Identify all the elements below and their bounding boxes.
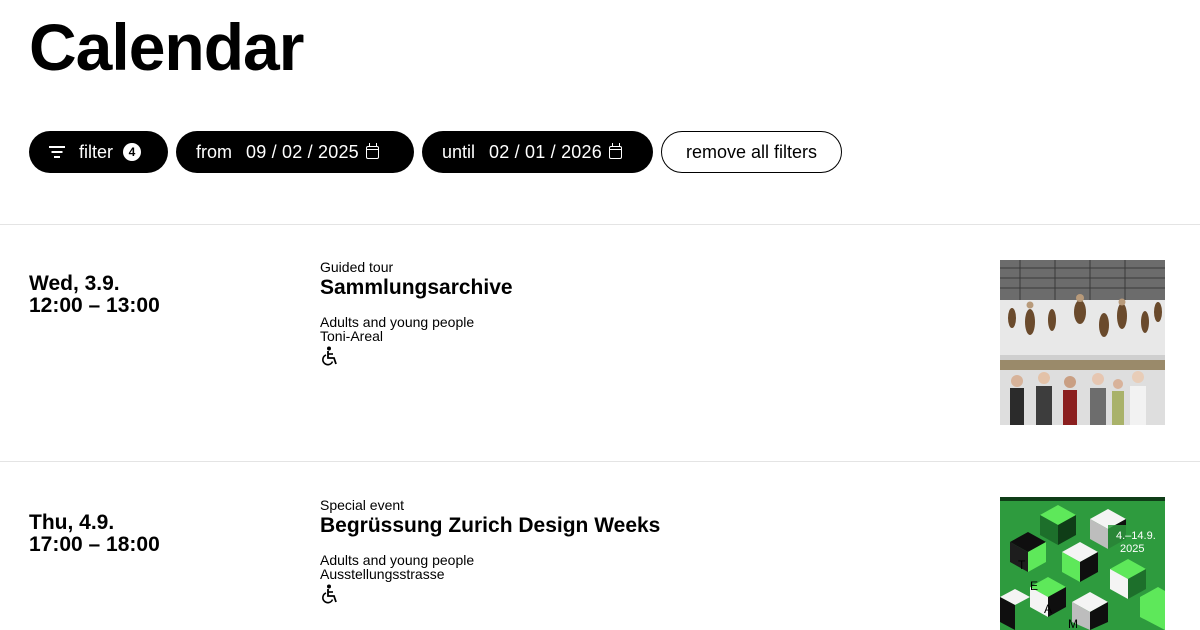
wheelchair-icon bbox=[322, 346, 337, 366]
remove-all-filters-button[interactable]: remove all filters bbox=[661, 131, 842, 173]
event-image[interactable] bbox=[1000, 260, 1165, 425]
event-time: 12:00 – 13:00 bbox=[29, 294, 160, 317]
event-time: 17:00 – 18:00 bbox=[29, 533, 160, 556]
event-item[interactable]: Thu, 4.9. 17:00 – 18:00 Special event Be… bbox=[0, 462, 1200, 630]
from-date-field[interactable]: from 09 / 02 / 2025 bbox=[176, 131, 414, 173]
poster-letter: E bbox=[1030, 579, 1038, 593]
poster-letter: M bbox=[1068, 617, 1078, 630]
event-category: Guided tour bbox=[320, 259, 394, 275]
event-audience: Adults and young people bbox=[320, 552, 475, 568]
page-title: Calendar bbox=[29, 10, 304, 84]
poster-dates: 4.–14.9. bbox=[1116, 530, 1156, 542]
filter-button[interactable]: filter 4 bbox=[29, 131, 168, 173]
calendar-icon[interactable] bbox=[608, 142, 622, 159]
event-item[interactable]: Wed, 3.9. 12:00 – 13:00 Guided tour Samm… bbox=[0, 225, 1200, 461]
event-poster-image[interactable]: 4.–14.9. 2025 T E A M bbox=[1000, 497, 1165, 630]
calendar-icon[interactable] bbox=[365, 142, 379, 159]
until-date-value[interactable]: 02 / 01 / 2026 bbox=[489, 142, 602, 163]
filter-count-badge: 4 bbox=[123, 143, 142, 161]
until-label: until bbox=[442, 141, 476, 162]
event-day: Wed, 3.9. bbox=[29, 272, 120, 295]
from-label: from bbox=[196, 141, 232, 162]
event-date: Thu, 4.9. 17:00 – 18:00 bbox=[29, 512, 160, 556]
wheelchair-icon bbox=[322, 584, 337, 604]
event-info: Guided tour Sammlungsarchive Adults and … bbox=[320, 259, 513, 366]
event-day: Thu, 4.9. bbox=[29, 511, 115, 534]
event-location: Ausstellungsstrasse bbox=[320, 566, 445, 582]
until-date-field[interactable]: until 02 / 01 / 2026 bbox=[422, 131, 653, 173]
event-title[interactable]: Sammlungsarchive bbox=[320, 276, 513, 300]
poster-year: 2025 bbox=[1120, 543, 1144, 555]
event-date: Wed, 3.9. 12:00 – 13:00 bbox=[29, 273, 160, 317]
from-date-value[interactable]: 09 / 02 / 2025 bbox=[246, 142, 359, 163]
filter-icon bbox=[49, 146, 65, 158]
event-title[interactable]: Begrüssung Zurich Design Weeks bbox=[320, 514, 660, 538]
filter-bar: filter 4 from 09 / 02 / 2025 until 02 / … bbox=[29, 131, 842, 173]
filter-label: filter bbox=[79, 141, 114, 162]
event-info: Special event Begrüssung Zurich Design W… bbox=[320, 497, 660, 604]
event-audience: Adults and young people bbox=[320, 314, 475, 330]
event-category: Special event bbox=[320, 497, 405, 513]
event-location: Toni-Areal bbox=[320, 328, 384, 344]
poster-letter: T bbox=[1018, 558, 1026, 572]
poster-letter: A bbox=[1044, 602, 1052, 616]
